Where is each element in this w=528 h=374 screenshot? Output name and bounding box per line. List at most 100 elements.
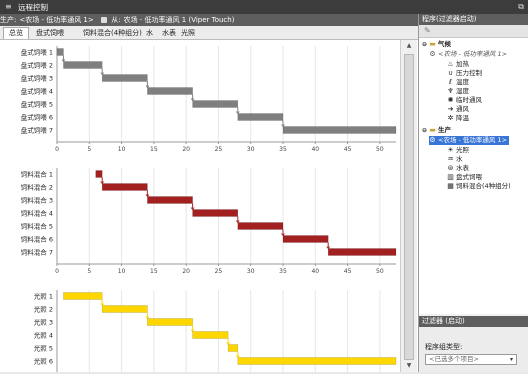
row-label: 饲料混合 3 <box>21 196 53 205</box>
gantt-bar <box>237 357 397 365</box>
tab-1[interactable]: 盘式饲喂 <box>30 27 70 39</box>
tab-bar: 总览 盘式饲喂 饲料混合(4种组分) 水水表 光照 <box>0 26 418 40</box>
cooling-icon: ✲ <box>447 114 454 122</box>
tree-node[interactable]: ⊜ 水表 <box>447 164 469 173</box>
tree-toolbar: ✎ <box>419 25 528 38</box>
program-panel-header: 程序(过滤器启动) <box>419 14 528 25</box>
x-tick-label: 45 <box>344 146 352 153</box>
tree-node[interactable]: ⚙ <农场 - 低功率通风 1> <box>429 50 507 59</box>
folder-icon: ▬ <box>429 126 436 134</box>
chevron-down-icon: ▾ <box>509 356 513 363</box>
tree-node[interactable]: ➔ 通风 <box>447 105 469 114</box>
row-label: 盘式饲喂 4 <box>21 87 53 96</box>
tree-node-label: 水表 <box>456 164 469 172</box>
meter-icon: ⊜ <box>447 164 454 172</box>
from-label: 从: <box>111 16 121 24</box>
row-label: 盘式饲喂 2 <box>21 61 53 70</box>
gantt-bar <box>63 61 103 69</box>
collapse-icon[interactable]: ⊖ <box>422 127 427 134</box>
gantt-bar <box>227 344 239 352</box>
tree-node[interactable]: ✺ 临时通风 <box>447 96 482 105</box>
tree-node[interactable]: ℓ 温度 <box>447 78 469 87</box>
arrow-icon: ➔ <box>447 105 454 113</box>
tree-node-label: <农场 - 低功率通风 1> <box>438 136 508 144</box>
scroll-down-icon[interactable]: ▼ <box>404 362 414 370</box>
production-value[interactable]: <农场 - 低功率通风 1> <box>19 16 93 24</box>
tree-node[interactable]: ∪ 压力控制 <box>447 69 482 78</box>
vertical-scrollbar[interactable]: ▲ ▼ <box>400 40 417 372</box>
row-label: 饲料混合 2 <box>21 183 53 192</box>
row-label: 盘式饲喂 6 <box>21 113 53 122</box>
collapse-icon[interactable]: ⊖ <box>422 41 427 48</box>
gantt-bar <box>147 196 193 204</box>
pencil-icon[interactable]: ✎ <box>424 26 431 35</box>
tree-node[interactable]: ▦ 饲料混合(4种组分) <box>447 182 511 191</box>
gantt-bar <box>192 209 239 217</box>
row-label: 光照 2 <box>34 305 53 314</box>
gantt-bar <box>192 331 229 339</box>
row-label: 盘式饲喂 7 <box>21 126 53 135</box>
tree-node[interactable]: ⊖ ▬ 生产 <box>422 126 451 135</box>
x-tick-label: 40 <box>311 268 319 275</box>
program-group-dropdown[interactable]: <已选多个项目> ▾ <box>425 354 517 365</box>
tree-node[interactable]: ⚙ <农场 - 低功率通风 1> <box>429 136 510 145</box>
tree-node[interactable]: ☀ 光照 <box>447 146 469 155</box>
tab-2[interactable]: 饲料混合(4种组分) <box>77 27 148 39</box>
gantt-bar <box>192 100 239 108</box>
gantt-bar <box>101 305 148 313</box>
x-tick-label: 20 <box>182 268 190 275</box>
from-value[interactable]: 农场 - 低功率通风 1 (Viper Touch) <box>124 16 235 24</box>
tree-node-label: 湿度 <box>456 87 469 95</box>
x-tick-label: 35 <box>279 146 287 153</box>
chart-area: 0 5 10 15 20 25 30 35 40 45 50 盘式饲喂 1 盘式饲喂 2 盘式饲喂 3 盘式… <box>0 40 400 374</box>
maximize-icon[interactable]: ⧉ <box>518 2 524 12</box>
x-tick-label: 40 <box>311 146 319 153</box>
filter-body: 程序组类型: <已选多个项目> ▾ <box>419 327 528 372</box>
filter-header: 过滤器 (启动) <box>419 316 528 327</box>
gantt-bar <box>56 48 64 56</box>
tree-node[interactable]: ⊖ ▬ 气候 <box>422 40 451 49</box>
gantt-bar <box>63 292 103 300</box>
tree-node-label: 临时通风 <box>456 96 482 104</box>
program-panel: 程序(过滤器启动) ✎ ⊖ ▬ 气候 ⚙ <农场 - 低功率通风 1> ♨ 加热 ∪ 压力控制 ℓ… <box>419 14 528 372</box>
scrollbar-thumb[interactable] <box>404 54 414 360</box>
row-label: 光照 1 <box>34 292 53 301</box>
scroll-up-icon[interactable]: ▲ <box>404 42 414 50</box>
gantt-bar <box>95 170 103 178</box>
x-tick-label: 20 <box>182 146 190 153</box>
tab-5[interactable]: 光照 <box>175 27 201 39</box>
gear-icon: ⚙ <box>429 136 436 144</box>
vent-icon: ✺ <box>447 96 454 104</box>
x-tick-label: 30 <box>247 146 255 153</box>
row-label: 饲料混合 1 <box>21 170 53 179</box>
gantt-charts: 0 5 10 15 20 25 30 35 40 45 50盘式饲喂 1盘式饲喂 2盘式饲喂 3盘式… <box>21 46 397 374</box>
row-label: 光照 4 <box>34 331 53 340</box>
lock-icon <box>100 17 107 23</box>
gantt-bar <box>282 235 329 243</box>
row-label: 饲料混合 5 <box>21 222 53 231</box>
x-tick-label: 50 <box>376 268 384 275</box>
tree-node[interactable]: ♆ 湿度 <box>447 87 469 96</box>
breadcrumb: 生产: <农场 - 低功率通风 1> 从: 农场 - 低功率通风 1 (Viper … <box>0 14 418 26</box>
program-tree: ⊖ ▬ 气候 ⚙ <农场 - 低功率通风 1> ♨ 加热 ∪ 压力控制 ℓ 温度 ♆ 湿度 ✺ 临时通风 ➔ 通… <box>419 38 528 314</box>
tab-0[interactable]: 总览 <box>3 27 29 39</box>
tree-node-label: 饲料混合(4种组分) <box>456 182 511 190</box>
gantt-bar <box>327 248 397 256</box>
production-label: 生产: <box>0 16 17 24</box>
x-tick-label: 50 <box>376 146 384 153</box>
light-icon: ☀ <box>447 146 454 154</box>
row-label: 盘式饲喂 5 <box>21 100 53 109</box>
tree-node[interactable]: ♒ 水 <box>447 155 462 164</box>
feed-icon: ▥ <box>447 173 454 181</box>
tree-node[interactable]: ♨ 加热 <box>447 60 469 69</box>
gantt-bar <box>237 113 284 121</box>
x-tick-label: 0 <box>55 268 59 275</box>
dropdown-value: <已选多个项目> <box>429 355 479 363</box>
tree-node[interactable]: ▥ 盘式饲喂 <box>447 173 482 182</box>
x-tick-label: 35 <box>279 268 287 275</box>
tree-node[interactable]: ✲ 降温 <box>447 114 469 123</box>
gantt-bar <box>282 126 397 134</box>
tree-node-label: 压力控制 <box>456 69 482 77</box>
tree-node-label: 生产 <box>438 126 452 134</box>
tree-node-label: 温度 <box>456 78 469 86</box>
